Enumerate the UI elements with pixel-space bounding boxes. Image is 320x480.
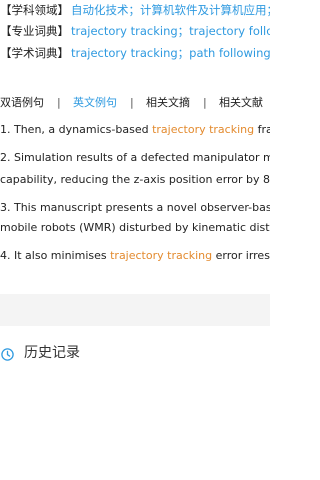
dict-links-professional[interactable]: trajectory tracking；trajectory following… <box>71 24 270 38</box>
tab-separator: | <box>57 96 61 109</box>
sentence-text: error irrespective of <box>215 249 270 262</box>
sentence-text: 3. This manuscript presents a novel obse… <box>0 201 270 214</box>
tab-related-abstracts[interactable]: 相关文摘 <box>146 94 190 112</box>
sentence-text: capability, reducing the z-axis position… <box>0 173 270 186</box>
dict-links-academic[interactable]: trajectory tracking；path following；path … <box>71 46 270 60</box>
tab-bilingual-examples[interactable]: 双语例句 <box>0 94 44 112</box>
dict-links-subject-field[interactable]: 自动化技术；计算机软件及计算机应用；航空 <box>71 3 270 17</box>
tab-separator: | <box>203 96 207 109</box>
example-sentence-3-line-2: mobile robots (WMR) disturbed by kinemat… <box>0 218 270 238</box>
dict-tag-subject-field: 【学科领域】 <box>0 3 69 17</box>
dictionary-page: 【学科领域】自动化技术；计算机软件及计算机应用；航空 【专业词典】traject… <box>0 0 270 480</box>
dict-row-academic: 【学术词典】 trajectory tracking；path following… <box>0 43 270 63</box>
example-tabs: 双语例句 | 英文例句 | 相关文摘 | 相关文献 <box>0 94 270 112</box>
clock-icon <box>1 346 14 361</box>
tab-english-examples[interactable]: 英文例句 <box>73 94 117 112</box>
example-sentence-3-line-1: 3. This manuscript presents a novel obse… <box>0 198 270 218</box>
dict-row-professional: 【专业词典】 trajectory tracking；trajectory fol… <box>0 21 270 41</box>
section-divider-band <box>0 294 270 326</box>
dict-tag-academic: 【学术词典】 <box>0 46 69 60</box>
sentence-highlight: trajectory tracking <box>152 123 255 136</box>
dict-tag-professional: 【专业词典】 <box>0 24 69 38</box>
sentence-text: mobile robots (WMR) disturbed by kinemat… <box>0 221 270 234</box>
sentence-text: 1. Then, a dynamics-based <box>0 123 153 136</box>
example-sentence-2-line-1: 2. Simulation results of a defected mani… <box>0 148 270 168</box>
example-sentence-2-line-2: capability, reducing the z-axis position… <box>0 170 270 190</box>
dict-row-subject-field: 【学科领域】自动化技术；计算机软件及计算机应用；航空 <box>0 0 270 20</box>
tab-related-literature[interactable]: 相关文献 <box>219 94 263 112</box>
sentence-text: 2. Simulation results of a defected mani… <box>0 151 270 164</box>
tab-separator: | <box>130 96 134 109</box>
sentence-text: framework w <box>257 123 270 136</box>
example-sentence-1: 1. Then, a dynamics-based trajectory tra… <box>0 120 270 140</box>
sentence-text: 4. It also minimises <box>0 249 111 262</box>
history-title: 历史记录 <box>24 345 80 361</box>
sentence-highlight: trajectory tracking <box>110 249 213 262</box>
example-sentence-4: 4. It also minimises trajectory tracking… <box>0 246 270 266</box>
